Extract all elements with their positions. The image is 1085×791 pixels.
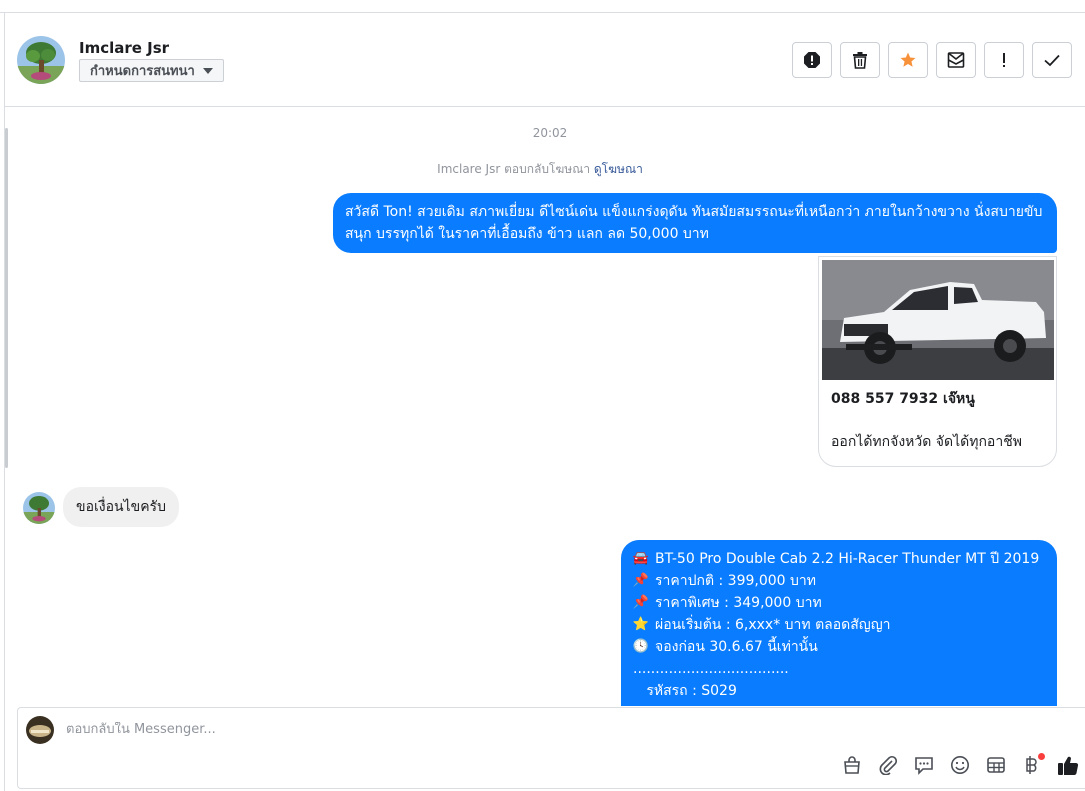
star-icon: ⭐ <box>632 617 650 632</box>
ad-reply-notice: Imclare Jsr ตอบกลับโฆษณา ดูโฆษณา <box>5 160 1075 179</box>
pin-icon: 📌 <box>632 573 650 588</box>
outgoing-offer-message: 🚘 BT-50 Pro Double Cab 2.2 Hi-Racer Thund… <box>621 540 1057 706</box>
thread-scrollbar[interactable] <box>5 128 8 468</box>
attachment-icon <box>879 755 898 775</box>
reply-input[interactable] <box>66 722 966 737</box>
mark-spam-button[interactable] <box>792 42 832 78</box>
follow-up-icon <box>1003 53 1005 67</box>
reply-composer <box>17 707 1085 789</box>
pin-icon: 📌 <box>632 595 650 610</box>
spam-icon <box>804 52 820 68</box>
composer-tools <box>841 753 1079 776</box>
shop-icon <box>844 756 860 774</box>
trash-icon <box>853 52 867 69</box>
contact-avatar[interactable] <box>17 36 65 84</box>
message-timestamp: 20:02 <box>532 126 568 140</box>
message-thread[interactable]: 20:02 Imclare Jsr ตอบกลับโฆษณา ดูโฆษณา ส… <box>5 108 1085 706</box>
conversation-header: Imclare Jsr กำหนดการสนทนา <box>5 13 1085 107</box>
saved-replies-button[interactable] <box>913 754 935 776</box>
emoji-icon <box>951 756 969 774</box>
star-icon <box>900 52 916 67</box>
header-actions <box>792 42 1072 78</box>
offer-line: 🕓 จองก่อน 30.6.67 นี้เท่านั้น <box>633 636 1045 658</box>
clock-icon: 🕓 <box>632 639 650 654</box>
baht-payment-icon <box>1026 756 1037 774</box>
car-image <box>822 260 1054 380</box>
offer-divider: ................................... <box>633 661 789 677</box>
ad-card-subtitle: ออกได้ทกจังหวัด จัดได้ทุกอาชีพ <box>831 434 1022 450</box>
ad-card-title: 088 557 7932 เจ๊หนู <box>831 391 975 407</box>
offer-line: 🚘 BT-50 Pro Double Cab 2.2 Hi-Racer Thund… <box>633 548 1045 570</box>
offer-line: ⭐ ผ่อนเริ่มต้น : 6,xxx* บาท ตลอดสัญญา <box>633 614 1045 636</box>
contact-name[interactable]: Imclare Jsr <box>79 39 169 57</box>
template-button[interactable] <box>985 754 1007 776</box>
attach-button[interactable] <box>877 754 899 776</box>
offer-line: 📌 ราคาพิเศษ : 349,000 บาท <box>633 592 1045 614</box>
assign-conversation-label: กำหนดการสนทนา <box>90 64 195 79</box>
offer-line: 📌 ราคาปกติ : 399,000 บาท <box>633 570 1045 592</box>
mark-unread-button[interactable] <box>936 42 976 78</box>
assign-conversation-dropdown[interactable]: กำหนดการสนทนา <box>79 59 224 82</box>
template-icon <box>987 757 1005 773</box>
like-icon <box>1058 756 1079 776</box>
like-button[interactable] <box>1057 754 1079 776</box>
offer-line: รหัสรถ : S029 <box>633 683 737 699</box>
caret-down-icon <box>202 67 213 74</box>
outgoing-message: สวัสดี Ton! สวยเดิม สภาพเยี่ยม ดีไซน์เด่… <box>333 193 1057 253</box>
view-ad-link[interactable]: ดูโฆษณา <box>594 162 643 176</box>
car-icon: 🚘 <box>632 551 650 566</box>
shop-button[interactable] <box>841 754 863 776</box>
ad-card[interactable]: 088 557 7932 เจ๊หนู ออกได้ทกจังหวัด จัดไ… <box>818 256 1057 467</box>
saved-reply-icon <box>915 757 933 775</box>
delete-button[interactable] <box>840 42 880 78</box>
unread-icon <box>947 52 965 68</box>
mark-done-button[interactable] <box>1032 42 1072 78</box>
incoming-message: ขอเงื่อนไขครับ <box>63 487 179 527</box>
contact-avatar-small <box>23 492 55 524</box>
notification-dot <box>1038 753 1045 760</box>
follow-up-button[interactable] <box>984 42 1024 78</box>
star-button[interactable] <box>888 42 928 78</box>
page-avatar <box>26 716 54 744</box>
payment-button[interactable] <box>1021 753 1045 776</box>
emoji-button[interactable] <box>949 754 971 776</box>
ad-reply-text: Imclare Jsr ตอบกลับโฆษณา <box>437 162 591 176</box>
done-icon <box>1044 54 1060 67</box>
